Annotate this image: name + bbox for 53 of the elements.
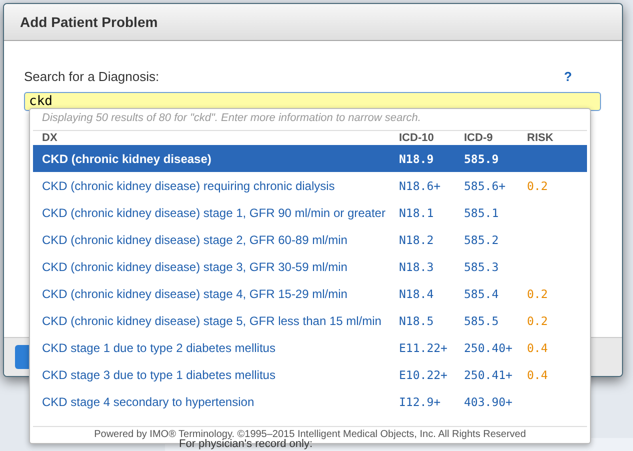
icd9-code: 585.4 xyxy=(464,286,500,300)
column-header: ICD-10 xyxy=(399,132,435,144)
dialog-title: Add Patient Problem xyxy=(20,14,158,30)
icd9-code: 250.41+ xyxy=(464,368,514,382)
diagnosis-text: CKD stage 4 secondary to hypertension xyxy=(42,394,256,408)
diagnosis-text: CKD (chronic kidney disease) stage 3, GFR 30-59 ml/min xyxy=(42,260,348,274)
diagnosis-text: CKD (chronic kidney disease) stage 5, GFR less than 15 ml/min xyxy=(42,314,382,328)
result-row[interactable]: CKD (chronic kidney disease) N18.9 585.9 xyxy=(33,145,587,172)
result-row[interactable]: CKD (chronic kidney disease) stage 4, GFR 15-29 ml/min N18.4 585.4 0.2 xyxy=(33,280,587,307)
risk-value: 0.2 xyxy=(527,286,548,300)
icd9-code: 585.6+ xyxy=(464,178,507,192)
diagnosis-text: CKD stage 1 due to type 2 diabetes mellitus xyxy=(42,340,276,354)
risk-value: 0.2 xyxy=(527,314,548,328)
results-summary: Displaying 50 results of 80 for "ckd". Enter more information to narrow search. xyxy=(33,109,587,131)
risk-value: 0.2 xyxy=(527,178,548,192)
diagnosis-text: CKD (chronic kidney disease) stage 2, GFR 60-89 ml/min xyxy=(42,232,348,246)
result-row[interactable]: CKD stage 4 secondary to hypertension I12.9+ 403.90+ xyxy=(33,388,587,415)
risk-value: 0.4 xyxy=(527,368,548,382)
icd9-code: 585.9 xyxy=(464,152,500,166)
icd9-code: 585.3 xyxy=(464,260,500,274)
diagnosis-text: CKD stage 3 due to type 1 diabetes mellitus xyxy=(42,368,276,382)
icd9-code: 585.5 xyxy=(464,314,500,328)
result-row[interactable]: CKD (chronic kidney disease) stage 1, GFR 90 ml/min or greater N18.1 585.1 xyxy=(33,199,587,226)
icd10-code: N18.4 xyxy=(399,286,435,300)
result-row[interactable]: CKD (chronic kidney disease) stage 2, GFR 60-89 ml/min N18.2 585.2 xyxy=(33,226,587,253)
icd10-code: N18.9 xyxy=(399,152,435,166)
result-row[interactable]: CKD stage 1 due to type 2 diabetes mellitus E11.22+ 250.40+ 0.4 xyxy=(33,334,587,361)
icd9-code: 585.1 xyxy=(464,206,500,220)
diagnosis-text: CKD (chronic kidney disease) requiring chronic dialysis xyxy=(42,178,336,192)
icd10-code: E11.22+ xyxy=(399,340,448,354)
icd9-code: 250.40+ xyxy=(464,340,514,354)
column-header: ICD-9 xyxy=(464,132,494,144)
search-label: Search for a Diagnosis: xyxy=(24,69,160,84)
diagnosis-text: CKD (chronic kidney disease) stage 4, GFR 15-29 ml/min xyxy=(42,286,348,300)
icd10-code: N18.1 xyxy=(399,206,435,220)
icd10-code: N18.2 xyxy=(399,232,435,246)
result-row[interactable]: CKD stage 3 due to type 1 diabetes mellitus E10.22+ 250.41+ 0.4 xyxy=(33,361,587,388)
icd10-code: E10.22+ xyxy=(399,368,448,382)
icd10-code: N18.5 xyxy=(399,314,435,328)
risk-value: 0.4 xyxy=(527,340,548,354)
help-link[interactable]: ? xyxy=(564,69,572,84)
diagnosis-text: CKD (chronic kidney disease) xyxy=(42,152,212,166)
column-header: DX xyxy=(42,132,58,144)
icd9-code: 403.90+ xyxy=(464,394,514,408)
icd10-code: N18.6+ xyxy=(399,178,442,192)
column-header: RISK xyxy=(527,132,554,144)
diagnosis-text: CKD (chronic kidney disease) stage 1, GFR 90 ml/min or greater xyxy=(42,206,386,220)
icd9-code: 585.2 xyxy=(464,232,500,246)
result-row[interactable]: CKD (chronic kidney disease) stage 5, GFR less than 15 ml/min N18.5 585.5 0.2 xyxy=(33,307,587,334)
result-row[interactable]: CKD (chronic kidney disease) stage 3, GFR 30-59 ml/min N18.3 585.3 xyxy=(33,253,587,280)
result-row[interactable]: CKD (chronic kidney disease) requiring chronic dialysis N18.6+ 585.6+ 0.2 xyxy=(33,172,587,199)
icd10-code: N18.3 xyxy=(399,260,435,274)
icd10-code: I12.9+ xyxy=(399,394,442,408)
